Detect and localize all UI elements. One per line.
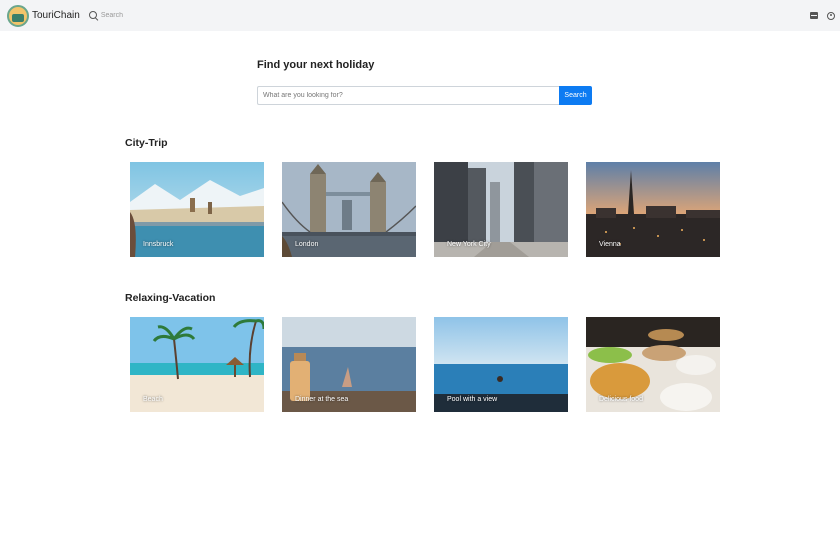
card-beach[interactable]: Beach [130,317,264,412]
card-label: Beach [143,396,163,403]
section-title-city-trip: City-Trip [125,137,168,149]
card-new-york-city[interactable]: New York City [434,162,568,257]
relaxing-vacation-cards: Beach Dinner at the sea Pool with a view [130,317,720,412]
card-label: Delicious food [599,396,643,403]
card-london[interactable]: London [282,162,416,257]
card-dinner-at-the-sea[interactable]: Dinner at the sea [282,317,416,412]
brand-name: TouriChain [32,10,80,21]
hero-search: Search [257,86,592,105]
card-vienna[interactable]: Vienna [586,162,720,257]
search-icon[interactable] [88,10,99,21]
logo-icon [7,4,29,27]
card-innsbruck[interactable]: Innsbruck [130,162,264,257]
card-label: New York City [447,241,491,248]
brand-link[interactable]: TouriChain [7,4,80,27]
card-label: Dinner at the sea [295,396,349,403]
card-label: Innsbruck [143,241,174,248]
city-trip-cards: Innsbruck London New York City Vienna [130,162,720,257]
hero-title: Find your next holiday [257,59,375,71]
nav-search [88,8,181,23]
nav-actions [810,11,835,20]
card-pool-with-a-view[interactable]: Pool with a view [434,317,568,412]
card-label: London [295,241,319,248]
hero-search-input[interactable] [257,86,559,105]
hero-search-button[interactable]: Search [559,86,592,105]
card-label: Vienna [599,241,621,248]
section-title-relaxing-vacation: Relaxing-Vacation [125,292,216,304]
nav-search-input[interactable] [100,8,181,23]
top-navbar: TouriChain [0,0,840,31]
card-icon[interactable] [810,12,818,19]
card-delicious-food[interactable]: Delicious food [586,317,720,412]
card-label: Pool with a view [447,396,498,403]
user-icon[interactable] [827,11,835,20]
